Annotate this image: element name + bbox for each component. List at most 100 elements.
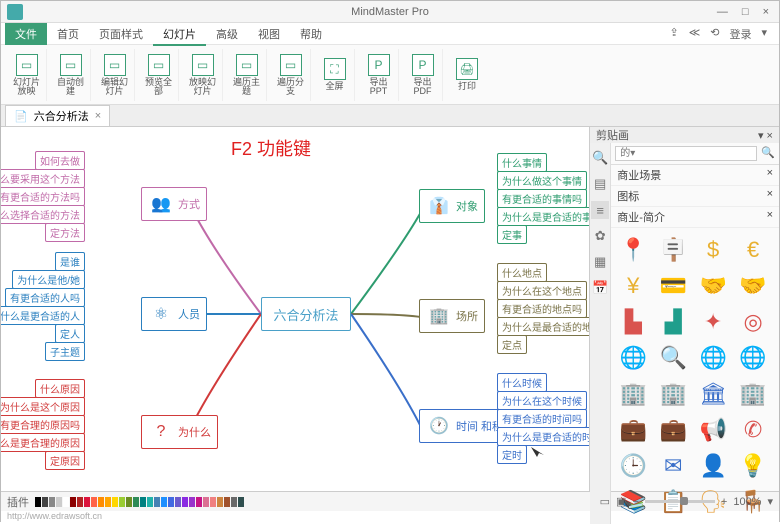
- palette-color[interactable]: [133, 497, 139, 507]
- branch-node[interactable]: 👥方式: [141, 187, 207, 221]
- ribbon-button[interactable]: ▭遍历主题: [227, 49, 267, 101]
- sub-topic[interactable]: 为什么是更合适的人: [1, 306, 85, 325]
- zoom-slider[interactable]: [645, 500, 715, 503]
- sub-topic[interactable]: 定点: [497, 335, 527, 354]
- clipart-item[interactable]: 💼: [657, 414, 689, 446]
- palette-color[interactable]: [63, 497, 69, 507]
- clipart-category[interactable]: 商业-简介×: [611, 207, 779, 228]
- clipart-search-input[interactable]: [615, 146, 757, 161]
- clipart-item[interactable]: ▙: [617, 306, 649, 338]
- clipart-item[interactable]: 🌐: [697, 342, 729, 374]
- palette-color[interactable]: [84, 497, 90, 507]
- sub-topic[interactable]: 有更合适的地点吗: [497, 299, 587, 318]
- clipart-item[interactable]: €: [737, 234, 769, 266]
- sub-topic[interactable]: 为什么是这个原因: [1, 397, 85, 416]
- palette-color[interactable]: [231, 497, 237, 507]
- clipart-category[interactable]: 图标×: [611, 186, 779, 207]
- sub-topic[interactable]: 定事: [497, 225, 527, 244]
- palette-color[interactable]: [140, 497, 146, 507]
- mindmap-canvas[interactable]: F2 功能键 六合分析法 👥方式如何去做为什么要采用这个方法有更合适的方法吗为什…: [1, 127, 589, 491]
- branch-node[interactable]: 🏢场所: [419, 299, 485, 333]
- sub-topic[interactable]: 为什么是最合适的地点: [497, 317, 589, 336]
- clipart-item[interactable]: 🤝: [737, 270, 769, 302]
- sub-topic[interactable]: 有更合适的时间吗: [497, 409, 587, 428]
- sub-topic[interactable]: 为什么要采用这个方法: [1, 169, 85, 188]
- palette-color[interactable]: [119, 497, 125, 507]
- maximize-button[interactable]: □: [742, 6, 749, 18]
- zoom-minus[interactable]: −: [632, 496, 638, 508]
- palette-color[interactable]: [147, 497, 153, 507]
- sub-topic[interactable]: 子主题: [45, 342, 85, 361]
- clipart-item[interactable]: ✦: [697, 306, 729, 338]
- clipart-item[interactable]: 💼: [617, 414, 649, 446]
- palette-color[interactable]: [77, 497, 83, 507]
- clipart-item[interactable]: 🤝: [697, 270, 729, 302]
- color-palette[interactable]: [35, 497, 244, 507]
- sub-topic[interactable]: 定方法: [45, 223, 85, 242]
- zoom-fit-icon[interactable]: ▣: [616, 495, 626, 508]
- sub-topic[interactable]: 为什么是更合理的原因: [1, 433, 85, 452]
- ribbon-button[interactable]: ▭幻灯片放映: [7, 49, 47, 101]
- palette-color[interactable]: [238, 497, 244, 507]
- cloud-icon[interactable]: ⇪: [670, 26, 679, 42]
- clipart-item[interactable]: 🏢: [617, 378, 649, 410]
- share-icon[interactable]: ≪: [689, 26, 701, 42]
- clipart-item[interactable]: ¥: [617, 270, 649, 302]
- zoom-out-icon[interactable]: ▭: [600, 495, 610, 508]
- clipart-item[interactable]: 🔍: [657, 342, 689, 374]
- menu-file[interactable]: 文件: [5, 23, 47, 45]
- panel-tab[interactable]: 🔍: [591, 149, 609, 167]
- branch-node[interactable]: ⚛人员: [141, 297, 207, 331]
- clipart-item[interactable]: 🌐: [737, 342, 769, 374]
- ribbon-button[interactable]: ▭放映幻灯片: [183, 49, 223, 101]
- palette-color[interactable]: [189, 497, 195, 507]
- clipart-item[interactable]: 🏢: [657, 378, 689, 410]
- palette-color[interactable]: [49, 497, 55, 507]
- sub-topic[interactable]: 什么事情: [497, 153, 547, 172]
- palette-color[interactable]: [168, 497, 174, 507]
- menu-item[interactable]: 视图: [248, 26, 290, 44]
- close-tab-icon[interactable]: ×: [95, 110, 101, 122]
- ribbon-button[interactable]: 🖨打印: [447, 49, 487, 101]
- ribbon-button[interactable]: ▭预览全部: [139, 49, 179, 101]
- reload-icon[interactable]: ⟲: [710, 26, 719, 42]
- clipart-item[interactable]: 🏛: [697, 378, 729, 410]
- close-button[interactable]: ×: [763, 6, 769, 18]
- document-tab[interactable]: 📄 六合分析法 ×: [5, 105, 110, 126]
- panel-tab[interactable]: ≡: [591, 201, 609, 219]
- sub-topic[interactable]: 为什么选择合适的方法: [1, 205, 85, 224]
- sub-topic[interactable]: 是谁: [55, 252, 85, 271]
- menu-item[interactable]: 帮助: [290, 26, 332, 44]
- dropdown-icon[interactable]: ▾: [761, 26, 767, 42]
- sub-topic[interactable]: 有更合理的原因吗: [1, 415, 85, 434]
- sub-topic[interactable]: 什么地点: [497, 263, 547, 282]
- zoom-plus[interactable]: +: [721, 496, 727, 508]
- clipart-item[interactable]: 💡: [737, 450, 769, 482]
- palette-color[interactable]: [70, 497, 76, 507]
- minimize-button[interactable]: —: [717, 6, 728, 18]
- sub-topic[interactable]: 什么时候: [497, 373, 547, 392]
- center-topic[interactable]: 六合分析法: [261, 297, 351, 331]
- palette-color[interactable]: [161, 497, 167, 507]
- sub-topic[interactable]: 定人: [55, 324, 85, 343]
- panel-tab[interactable]: 📅: [591, 279, 609, 297]
- clipart-item[interactable]: 📢: [697, 414, 729, 446]
- palette-color[interactable]: [224, 497, 230, 507]
- clipart-item[interactable]: 🕒: [617, 450, 649, 482]
- sub-topic[interactable]: 为什么做这个事情: [497, 171, 587, 190]
- palette-color[interactable]: [35, 497, 41, 507]
- palette-color[interactable]: [42, 497, 48, 507]
- sub-topic[interactable]: 为什么是他/她: [12, 270, 85, 289]
- clipart-item[interactable]: 💳: [657, 270, 689, 302]
- menu-item[interactable]: 首页: [47, 26, 89, 44]
- clipart-item[interactable]: $: [697, 234, 729, 266]
- clipart-item[interactable]: 🏢: [737, 378, 769, 410]
- panel-tab[interactable]: ▤: [591, 175, 609, 193]
- sub-topic[interactable]: 什么原因: [35, 379, 85, 398]
- sub-topic[interactable]: 为什么是更合适的事情: [497, 207, 589, 226]
- sub-topic[interactable]: 定原因: [45, 451, 85, 470]
- clipart-item[interactable]: 🌐: [617, 342, 649, 374]
- clipart-item[interactable]: ◎: [737, 306, 769, 338]
- palette-color[interactable]: [105, 497, 111, 507]
- branch-node[interactable]: 👔对象: [419, 189, 485, 223]
